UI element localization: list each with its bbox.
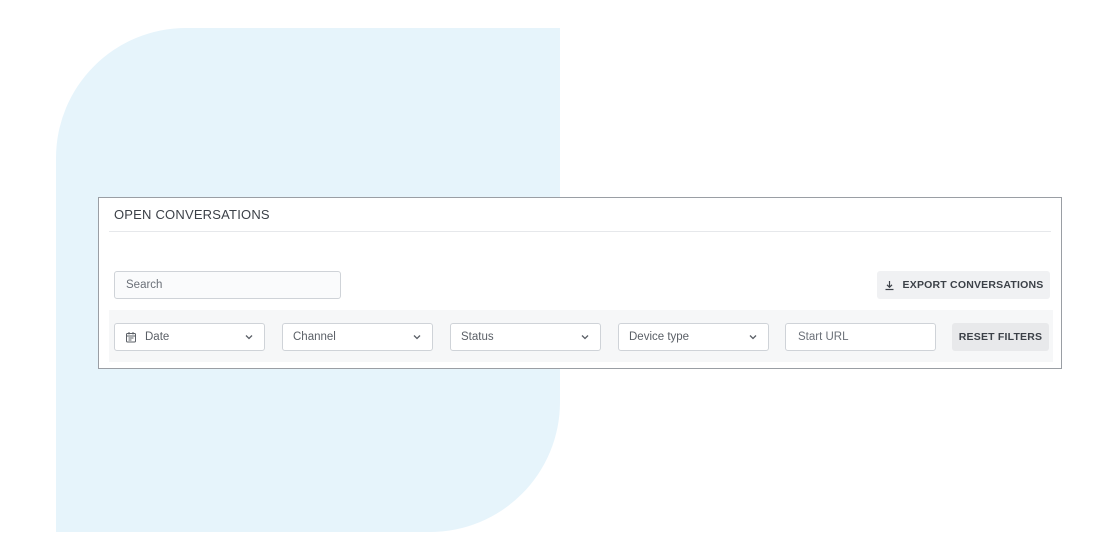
calendar-icon: [125, 331, 137, 343]
reset-filters-button[interactable]: RESET FILTERS: [952, 323, 1049, 351]
export-conversations-button[interactable]: EXPORT CONVERSATIONS: [877, 271, 1050, 299]
channel-filter-label: Channel: [293, 331, 336, 343]
date-filter-label: Date: [145, 331, 170, 343]
panel-title: OPEN CONVERSATIONS: [114, 207, 270, 222]
chevron-down-icon: [748, 332, 758, 342]
export-label: EXPORT CONVERSATIONS: [902, 279, 1044, 291]
open-conversations-panel: OPEN CONVERSATIONS EXPORT CONVERSATIONS …: [98, 197, 1062, 369]
panel-header: OPEN CONVERSATIONS: [109, 198, 1051, 232]
status-filter[interactable]: Status: [450, 323, 601, 351]
chevron-down-icon: [580, 332, 590, 342]
chevron-down-icon: [412, 332, 422, 342]
chevron-down-icon: [244, 332, 254, 342]
device-type-filter-label: Device type: [629, 331, 690, 343]
device-type-filter[interactable]: Device type: [618, 323, 769, 351]
filter-bar: Date Channel Status Device type RESET FI…: [109, 310, 1053, 362]
search-input[interactable]: [114, 271, 341, 299]
date-filter[interactable]: Date: [114, 323, 265, 351]
status-filter-label: Status: [461, 331, 494, 343]
download-icon: [884, 280, 895, 291]
channel-filter[interactable]: Channel: [282, 323, 433, 351]
start-url-input[interactable]: [785, 323, 936, 351]
